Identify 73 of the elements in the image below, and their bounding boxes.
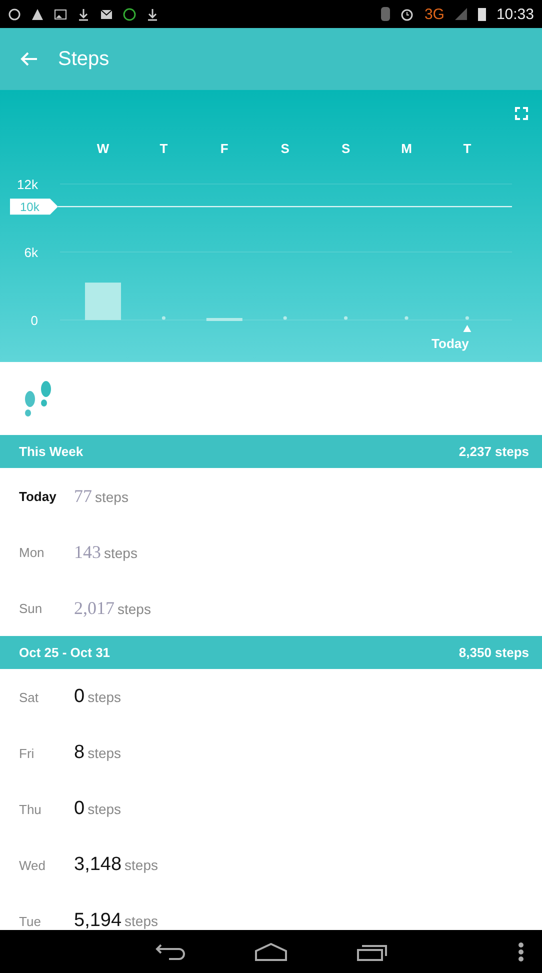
- home-icon[interactable]: [255, 942, 287, 960]
- day-name: Fri: [19, 746, 36, 760]
- bar: [344, 316, 348, 320]
- step-count: 0: [74, 686, 85, 708]
- day-name: Wed: [19, 858, 46, 872]
- warning-icon: [31, 8, 44, 20]
- step-unit: steps: [88, 745, 122, 761]
- axis-label: 6k: [24, 245, 38, 260]
- today-label: Today: [432, 336, 469, 351]
- day-name: Thu: [19, 802, 42, 816]
- image-icon: [54, 8, 67, 20]
- day-row[interactable]: Tue 5,194 steps: [0, 893, 542, 930]
- day-label: T: [160, 141, 168, 156]
- goal-marker: [10, 198, 58, 215]
- day-row[interactable]: Mon 143 steps: [0, 524, 542, 580]
- more-options-icon[interactable]: [518, 942, 524, 962]
- download-icon: [77, 8, 90, 20]
- bar: [206, 318, 242, 321]
- mail-icon: [100, 8, 113, 20]
- back-icon[interactable]: [155, 942, 185, 960]
- day-name: Tue: [19, 914, 42, 928]
- day-label: W: [96, 141, 110, 156]
- step-unit: steps: [95, 488, 128, 504]
- day-row[interactable]: Thu 0 steps: [0, 781, 542, 837]
- step-count: 2,017: [74, 598, 114, 618]
- bar: [283, 316, 287, 320]
- footprints-icon: [22, 380, 54, 418]
- step-count: 8: [74, 742, 85, 764]
- step-count: 3,148: [74, 854, 122, 876]
- battery-icon: [478, 7, 486, 21]
- step-unit: steps: [104, 544, 138, 560]
- day-label: T: [463, 141, 472, 156]
- bar: [404, 316, 408, 320]
- bar: [85, 282, 121, 320]
- step-unit: steps: [88, 801, 122, 817]
- step-unit: steps: [124, 857, 158, 873]
- clock-time: 10:33: [496, 6, 534, 22]
- step-unit: steps: [124, 913, 158, 929]
- download-icon: [146, 8, 159, 20]
- section-title: This Week: [19, 444, 84, 459]
- bar: [465, 316, 469, 320]
- day-row[interactable]: Sun 2,017 steps: [0, 580, 542, 636]
- step-unit: steps: [118, 600, 151, 616]
- bar: [162, 316, 166, 320]
- step-count: 143: [74, 542, 101, 562]
- recent-apps-icon[interactable]: [357, 942, 387, 960]
- day-label: M: [401, 141, 412, 156]
- axis-label: 0: [30, 313, 38, 328]
- network-label: 3G: [424, 6, 444, 22]
- day-row[interactable]: Today 77 steps: [0, 468, 542, 524]
- signal-icon: [454, 7, 468, 21]
- day-name: Sat: [19, 690, 40, 704]
- day-row[interactable]: Fri 8 steps: [0, 725, 542, 781]
- screen-title: Steps: [58, 48, 110, 70]
- section-title: Oct 25 - Oct 31: [19, 645, 110, 660]
- day-row[interactable]: Sat 0 steps: [0, 669, 542, 725]
- day-label: S: [341, 141, 350, 156]
- day-label: S: [280, 141, 290, 156]
- section-total: 2,237 steps: [458, 444, 529, 459]
- day-label: F: [220, 141, 228, 156]
- axis-label: 12k: [17, 177, 38, 192]
- step-unit: steps: [88, 689, 122, 705]
- day-row[interactable]: Wed 3,148 steps: [0, 837, 542, 893]
- alarm-icon: [400, 7, 414, 21]
- goal-label: 10k: [20, 200, 40, 214]
- step-count: 5,194: [74, 910, 122, 930]
- section-total: 8,350 steps: [458, 645, 529, 660]
- step-count: 0: [74, 798, 85, 820]
- step-count: 77: [74, 486, 92, 506]
- day-name: Sun: [19, 600, 44, 616]
- day-name: Today: [19, 488, 58, 504]
- triangle-icon: [463, 325, 472, 332]
- day-name: Mon: [19, 544, 46, 560]
